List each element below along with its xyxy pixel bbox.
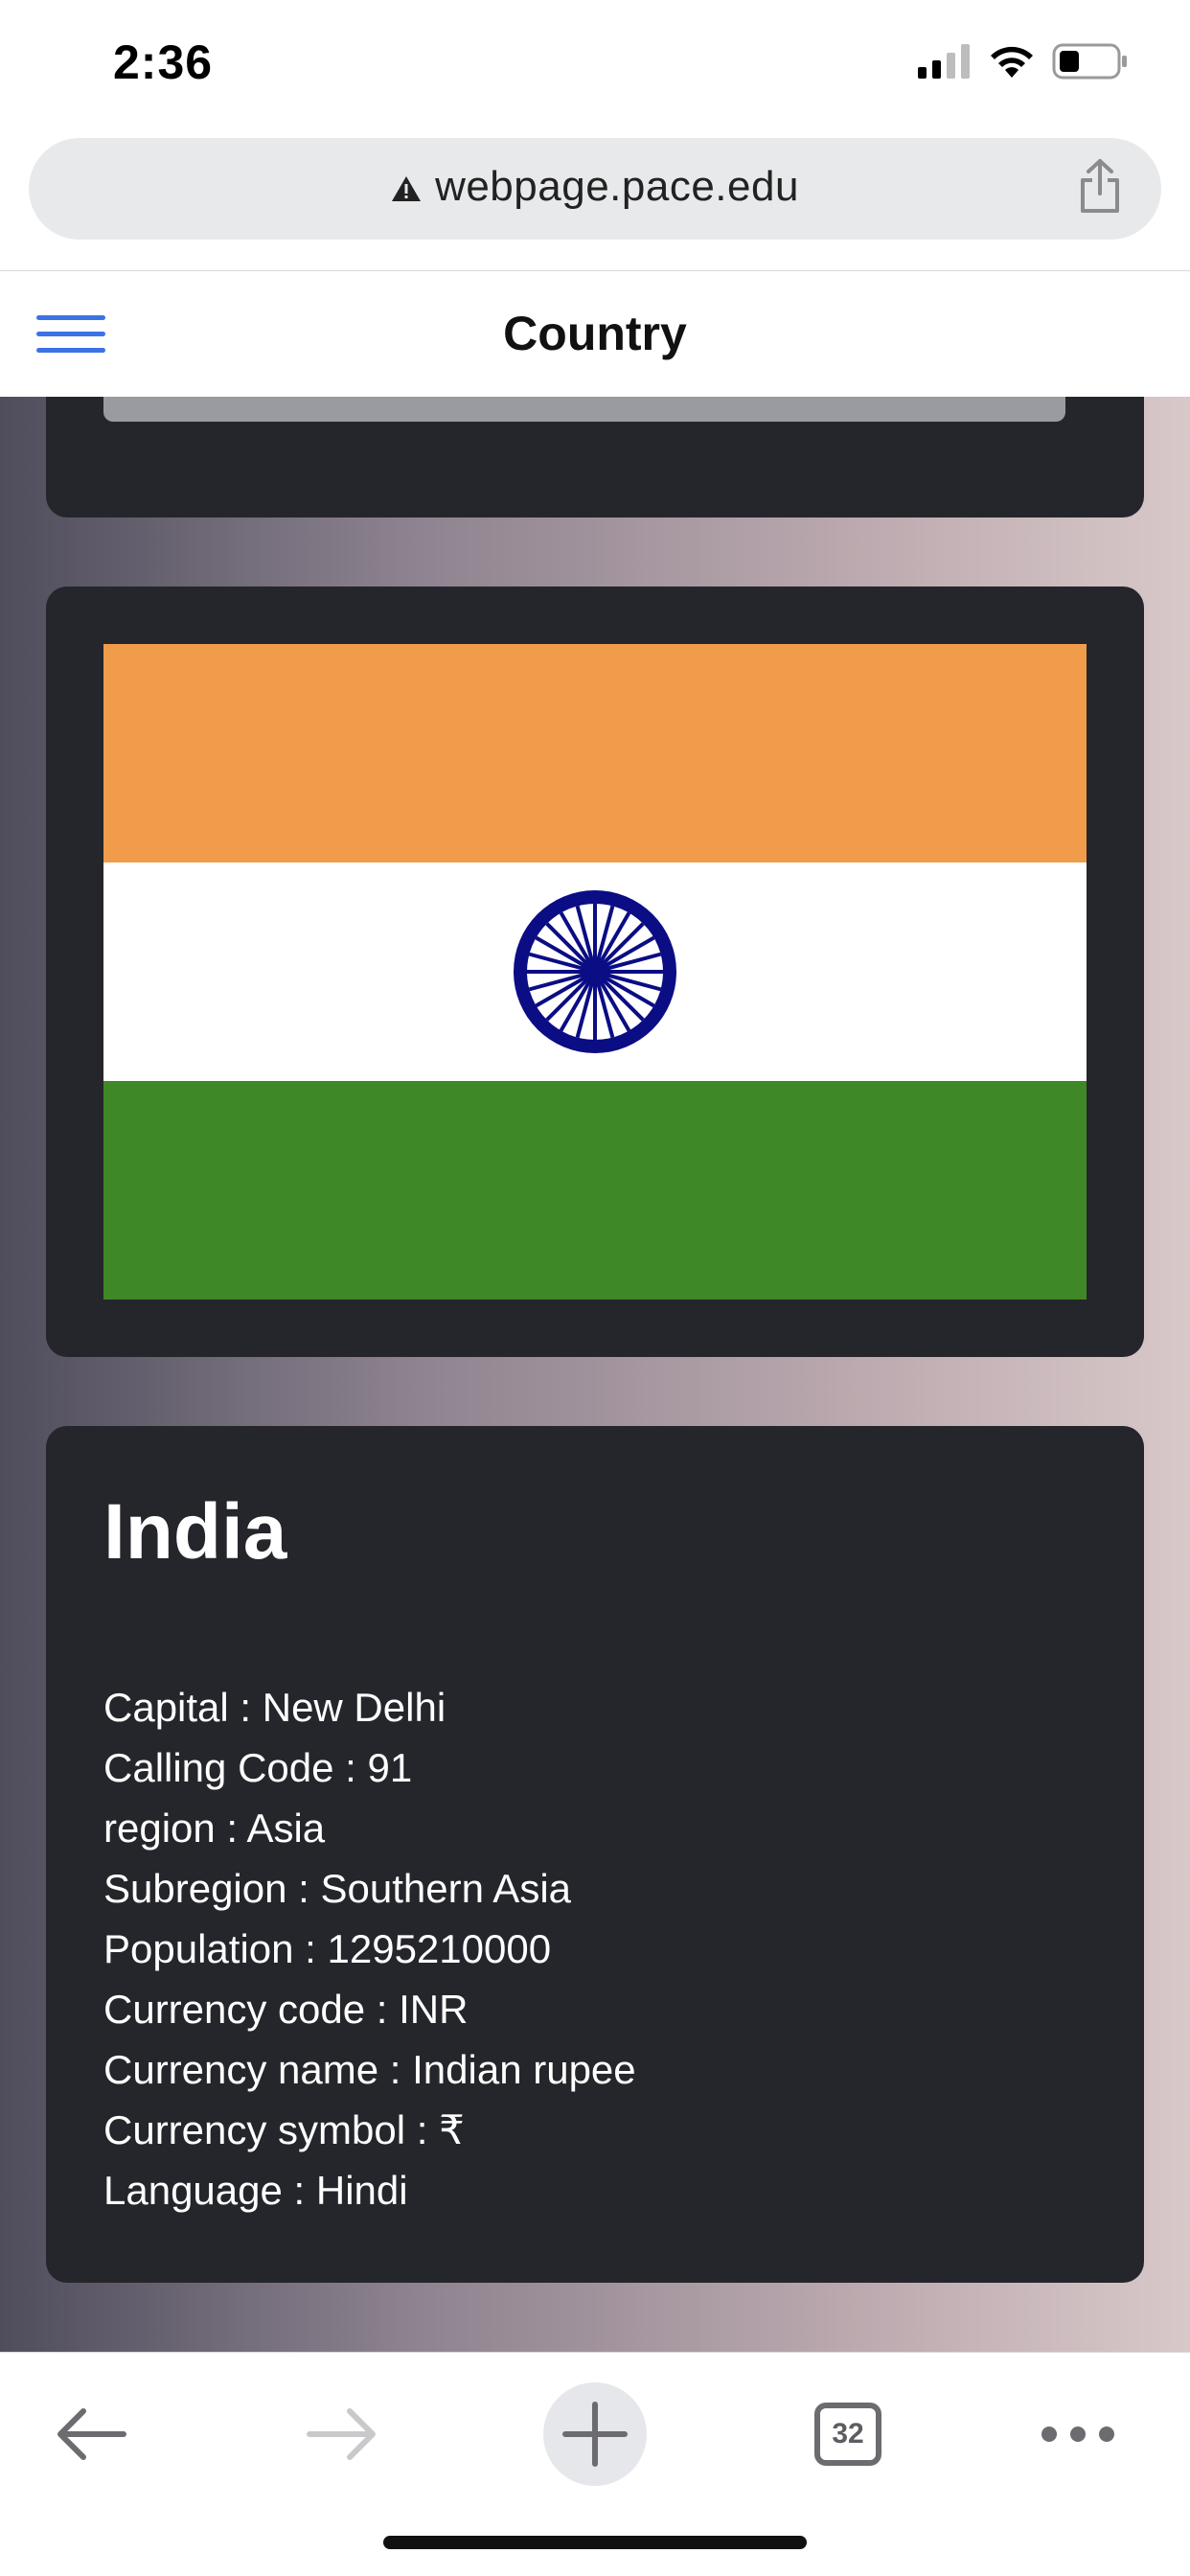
detail-currency-symbol: Currency symbol : ₹ xyxy=(103,2107,465,2152)
battery-icon xyxy=(1052,43,1127,80)
previous-card xyxy=(46,397,1144,518)
detail-region: region : Asia xyxy=(103,1806,326,1851)
cellular-signal-icon xyxy=(918,44,970,79)
back-arrow-icon xyxy=(57,2408,126,2460)
detail-currency-name: Currency name : Indian rupee xyxy=(103,2047,636,2092)
india-flag-image xyxy=(103,644,1087,1300)
country-info-card: India Capital : New Delhi Calling Code :… xyxy=(46,1426,1144,2283)
url-display[interactable]: webpage.pace.edu xyxy=(29,163,1161,211)
back-button[interactable] xyxy=(38,2381,144,2487)
more-dots-icon xyxy=(1041,2426,1114,2442)
not-secure-warning-icon xyxy=(392,176,422,202)
detail-subregion: Subregion : Southern Asia xyxy=(103,1866,572,1911)
more-button[interactable] xyxy=(1025,2381,1131,2487)
address-bar[interactable]: webpage.pace.edu xyxy=(29,138,1161,240)
status-icons xyxy=(918,40,1129,82)
tab-count: 32 xyxy=(814,2403,881,2466)
share-icon[interactable] xyxy=(1077,157,1123,215)
home-indicator xyxy=(383,2536,807,2549)
detail-capital: Capital : New Delhi xyxy=(103,1685,446,1730)
country-details-list: Capital : New Delhi Calling Code : 91 re… xyxy=(103,1677,1087,2220)
forward-arrow-icon xyxy=(307,2408,376,2460)
detail-currency-code: Currency code : INR xyxy=(103,1987,469,2032)
tabs-button[interactable]: 32 xyxy=(795,2381,901,2487)
page-title: Country xyxy=(503,307,687,360)
content-area[interactable]: India Capital : New Delhi Calling Code :… xyxy=(0,397,1190,2352)
app-navbar: Country xyxy=(0,270,1190,397)
detail-language: Language : Hindi xyxy=(103,2168,408,2213)
status-time: 2:36 xyxy=(113,35,214,89)
country-name: India xyxy=(103,1488,287,1576)
flag-card xyxy=(46,586,1144,1357)
browser-toolbar: webpage.pace.edu xyxy=(0,134,1190,268)
detail-calling-code: Calling Code : 91 xyxy=(103,1745,413,1790)
status-bar: 2:36 xyxy=(0,0,1190,134)
url-text: webpage.pace.edu xyxy=(435,163,799,210)
new-tab-button[interactable] xyxy=(542,2381,648,2487)
wifi-icon xyxy=(991,46,1033,78)
detail-population: Population : 1295210000 xyxy=(103,1926,552,1971)
previous-card-button[interactable] xyxy=(103,397,1065,422)
plus-icon xyxy=(562,2402,628,2467)
forward-button[interactable] xyxy=(289,2381,395,2487)
